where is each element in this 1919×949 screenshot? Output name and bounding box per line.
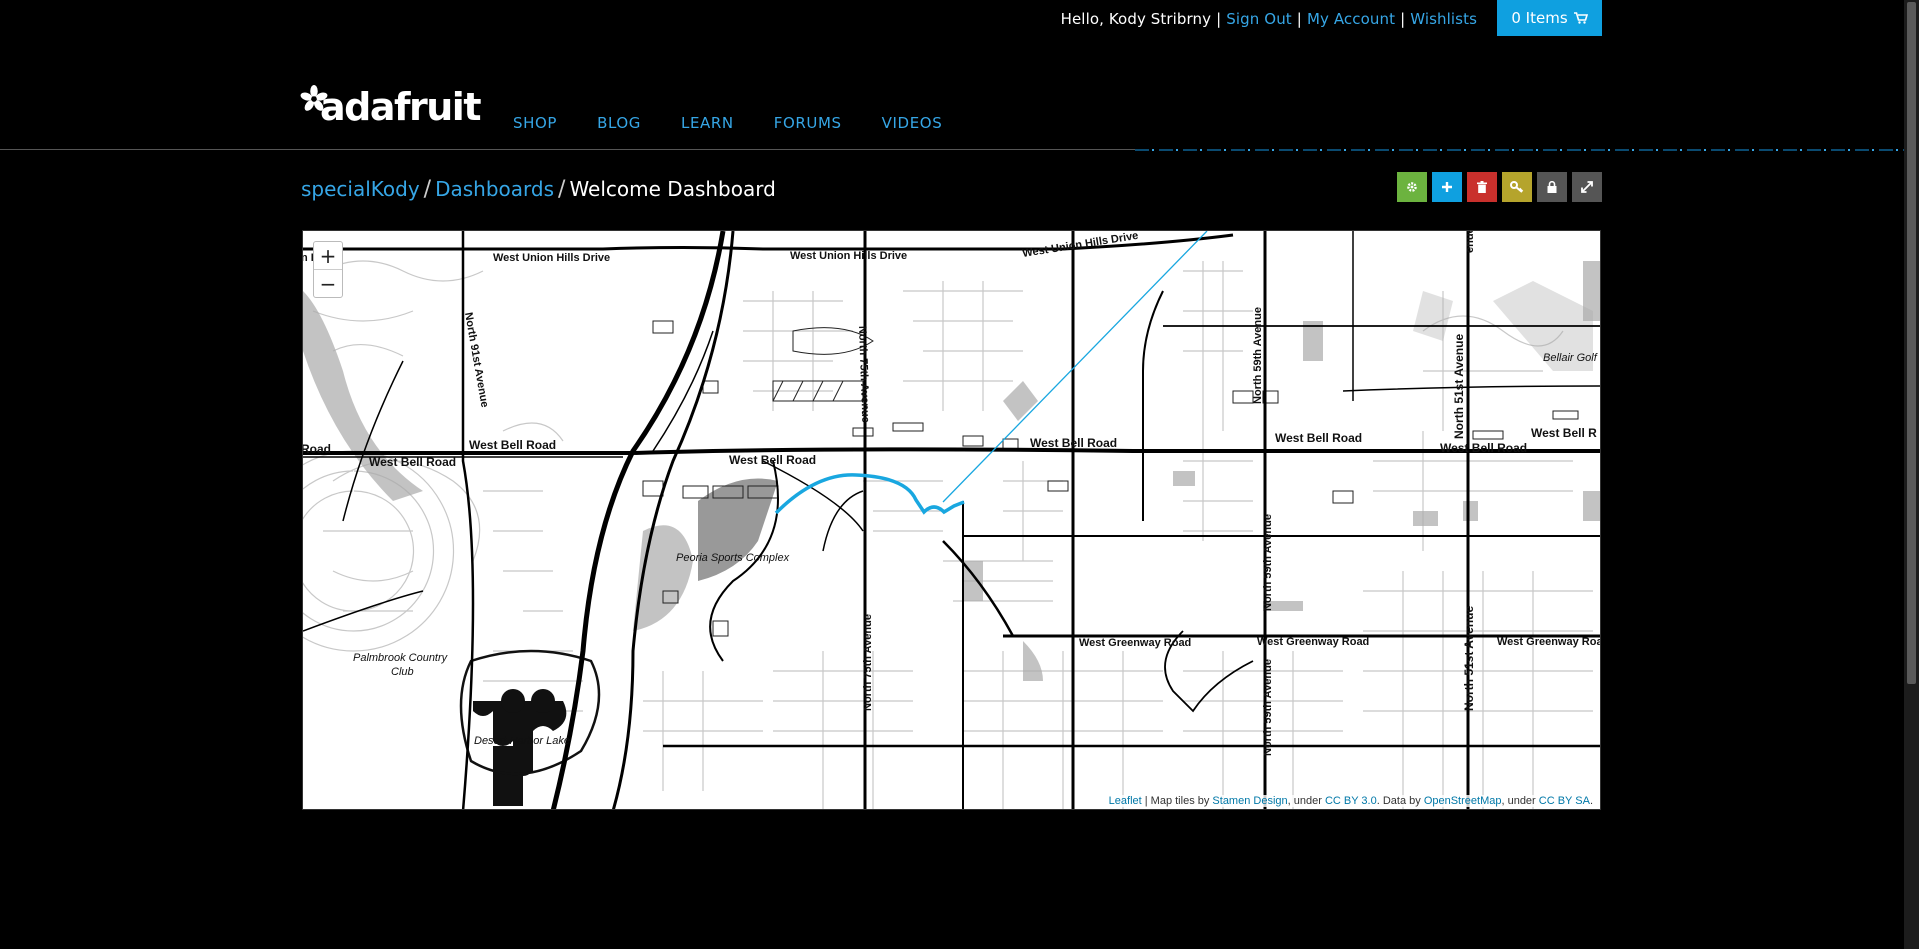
zoom-out-button[interactable]: −: [314, 269, 342, 297]
map-attribution: Leaflet | Map tiles by Stamen Design, un…: [1105, 795, 1596, 807]
map-label: enue: [1464, 231, 1476, 253]
map-label: North 59th Avenue: [1252, 307, 1264, 404]
settings-button[interactable]: [1397, 172, 1427, 202]
main-nav: SHOP BLOG LEARN FORUMS VIDEOS: [513, 114, 982, 132]
map-label: West Bell Road: [1030, 436, 1117, 450]
attribution-text: .: [1589, 795, 1593, 807]
page-title: Welcome Dashboard: [569, 177, 776, 201]
header-divider-accent: [1135, 149, 1904, 151]
key-icon: [1510, 181, 1524, 193]
breadcrumb-separator: /: [423, 177, 432, 202]
map-label: North 59th Avenue: [1262, 514, 1274, 611]
cc-by-link[interactable]: CC BY 3.0: [1325, 795, 1377, 807]
sign-out-link[interactable]: Sign Out: [1226, 10, 1291, 28]
nav-shop[interactable]: SHOP: [513, 114, 557, 132]
cart-label: 0 Items: [1511, 9, 1568, 27]
account-bar: Hello, Kody Stribrny | Sign Out | My Account…: [0, 0, 1919, 36]
stamen-link[interactable]: Stamen Design: [1212, 795, 1287, 807]
breadcrumb-separator: /: [558, 177, 566, 202]
separator: |: [1216, 10, 1222, 28]
scrollbar-thumb[interactable]: [1907, 2, 1916, 684]
separator: |: [1400, 10, 1406, 28]
map-label: West Greenway Roa: [1497, 636, 1601, 648]
greeting-text: Hello, Kody Stribrny: [1060, 10, 1212, 28]
separator: |: [1296, 10, 1302, 28]
lock-button[interactable]: [1537, 172, 1567, 202]
map-label: North 51st Avenue: [1462, 606, 1476, 711]
map-label: West Union Hills Drive: [790, 250, 907, 262]
map-label: West Bell Road: [729, 453, 816, 467]
map-label: Desert Harbor Lake: [474, 735, 570, 747]
map-label: West Bell Road: [1275, 431, 1362, 445]
page-scrollbar[interactable]: [1904, 0, 1919, 949]
map-block[interactable]: Road n Drive West Union Hills Drive West…: [302, 230, 1601, 810]
plus-icon: [1442, 182, 1452, 192]
attribution-text: , under: [1287, 795, 1325, 807]
osm-link[interactable]: OpenStreetMap: [1424, 795, 1502, 807]
breadcrumb-dashboards[interactable]: Dashboards: [435, 177, 554, 201]
leaflet-link[interactable]: Leaflet: [1109, 795, 1142, 807]
my-account-link[interactable]: My Account: [1307, 10, 1395, 28]
nav-forums[interactable]: FORUMS: [774, 114, 842, 132]
zoom-in-button[interactable]: +: [314, 242, 342, 269]
map-label: West Bell Road: [1440, 441, 1527, 455]
wishlists-link[interactable]: Wishlists: [1410, 10, 1477, 28]
key-button[interactable]: [1502, 172, 1532, 202]
map-label: West Bell Road: [469, 438, 556, 452]
cc-by-sa-link[interactable]: CC BY SA: [1539, 795, 1590, 807]
nav-videos[interactable]: VIDEOS: [882, 114, 943, 132]
cart-button[interactable]: 0 Items: [1497, 0, 1602, 36]
map-label: Club: [391, 666, 414, 678]
logo-wordmark: adafruit: [319, 85, 482, 129]
cart-icon: [1573, 12, 1588, 24]
map-label: West Bell Road: [369, 455, 456, 469]
trash-icon: [1477, 181, 1487, 193]
account-links: Hello, Kody Stribrny | Sign Out | My Account…: [1061, 10, 1477, 28]
add-block-button[interactable]: [1432, 172, 1462, 202]
map-label: North 51st Avenue: [1452, 334, 1466, 439]
map-label: West Union Hills Drive: [493, 252, 610, 264]
adafruit-logo[interactable]: adafruit: [300, 66, 482, 130]
map-label: West Bell R: [1531, 426, 1597, 440]
lock-icon: [1547, 181, 1557, 193]
attribution-text: . Data by: [1376, 795, 1424, 807]
nav-blog[interactable]: BLOG: [597, 114, 641, 132]
map-label: Road: [303, 442, 331, 456]
attribution-text: | Map tiles by: [1141, 795, 1213, 807]
expand-icon: [1581, 181, 1593, 193]
breadcrumb-user[interactable]: specialKody: [301, 177, 420, 201]
map-label: North 59th Avenue: [1262, 659, 1274, 756]
fullscreen-button[interactable]: [1572, 172, 1602, 202]
zoom-control: + −: [313, 241, 343, 298]
map-label: West Greenway Road: [1079, 637, 1191, 649]
attribution-text: , under: [1501, 795, 1539, 807]
gear-icon: [1407, 182, 1417, 192]
map-label: West Greenway Road: [1257, 636, 1369, 648]
delete-button[interactable]: [1467, 172, 1497, 202]
map-tiles[interactable]: Road n Drive West Union Hills Drive West…: [303, 231, 1601, 810]
breadcrumb: specialKody / Dashboards / Welcome Dashb…: [301, 177, 776, 202]
map-label: North 75th Avenue: [862, 614, 874, 711]
nav-learn[interactable]: LEARN: [681, 114, 734, 132]
map-label: Peoria Sports Complex: [676, 552, 790, 564]
map-label: Bellair Golf C: [1543, 352, 1601, 364]
dashboard-toolbar: [1397, 172, 1602, 202]
map-label: Palmbrook Country: [353, 652, 449, 664]
